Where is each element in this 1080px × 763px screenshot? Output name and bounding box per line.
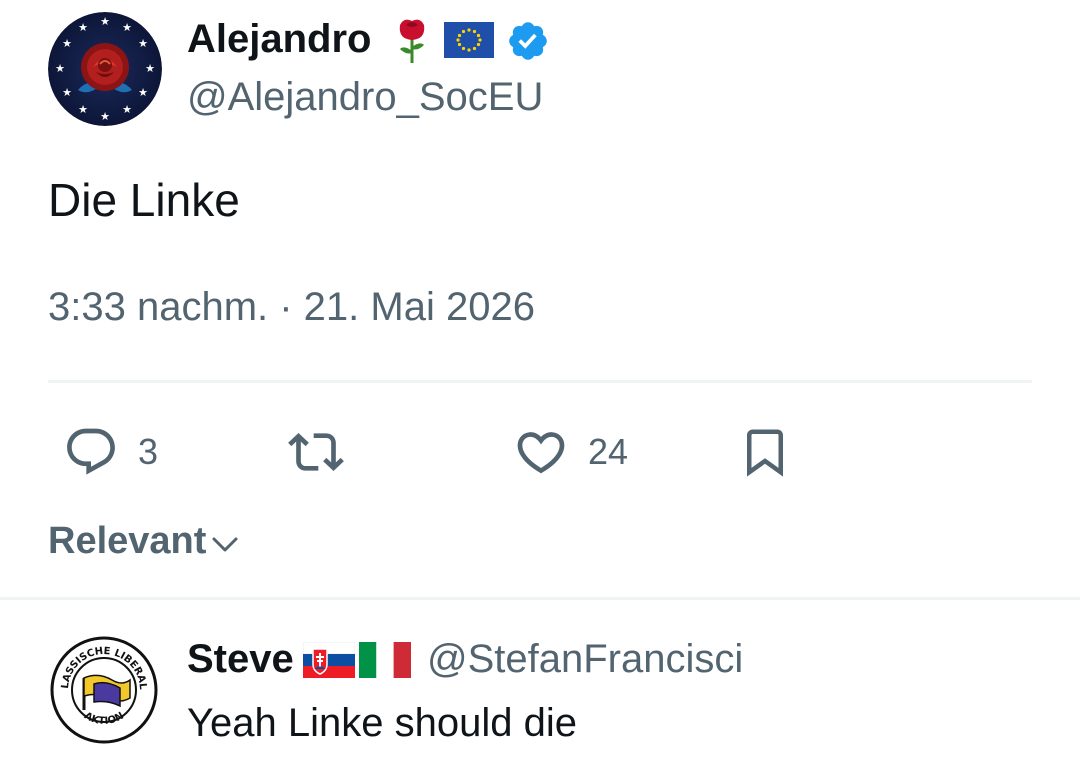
sort-label: Relevant xyxy=(48,520,207,562)
rose-emoji-icon xyxy=(394,15,430,65)
reply-author-avatar[interactable]: KLASSISCHE LIBERALE AKTION xyxy=(46,628,158,744)
chevron-down-icon xyxy=(210,533,240,555)
svg-text:★: ★ xyxy=(138,86,148,99)
eu-flag-icon xyxy=(444,22,494,58)
svg-text:★: ★ xyxy=(78,21,88,34)
reply-author-name-row[interactable]: Steve xyxy=(187,634,294,684)
svg-text:★: ★ xyxy=(100,15,110,28)
author-avatar[interactable]: ★ ★ ★ ★ ★ ★ ★ ★ ★ ★ ★ ★ xyxy=(48,12,162,126)
divider xyxy=(48,380,1032,383)
svg-text:★: ★ xyxy=(138,37,148,50)
italy-flag-icon xyxy=(359,642,411,678)
tweet-text: Die Linke xyxy=(48,174,240,226)
svg-text:★: ★ xyxy=(100,110,110,123)
svg-text:★: ★ xyxy=(145,62,155,75)
bookmark-button[interactable] xyxy=(738,422,792,482)
replies-sort-dropdown[interactable]: Relevant xyxy=(48,518,240,564)
svg-text:★: ★ xyxy=(62,86,72,99)
retweet-button[interactable] xyxy=(285,424,365,480)
svg-text:★: ★ xyxy=(78,103,88,116)
divider xyxy=(0,597,1080,600)
tweet-timestamp[interactable]: 3:33 nachm. · 21. Mai 2026 xyxy=(48,282,535,332)
svg-text:★: ★ xyxy=(62,37,72,50)
like-count: 24 xyxy=(588,431,629,472)
svg-text:★: ★ xyxy=(55,62,65,75)
reply-author-name[interactable]: Steve xyxy=(187,637,294,681)
slovakia-flag-icon xyxy=(302,641,356,678)
reply-count: 3 xyxy=(138,431,159,472)
svg-text:★: ★ xyxy=(122,103,132,116)
author-handle[interactable]: @Alejandro_SocEU xyxy=(187,72,543,122)
reply-author-handle[interactable]: @StefanFrancisci xyxy=(427,634,743,684)
bookmark-icon xyxy=(738,422,792,482)
heart-icon xyxy=(512,424,570,480)
reply-text: Yeah Linke should die xyxy=(187,701,577,745)
author-name-row[interactable]: Alejandro xyxy=(187,14,371,64)
reply-button[interactable]: 3 xyxy=(62,424,158,480)
svg-text:★: ★ xyxy=(122,21,132,34)
like-button[interactable]: 24 xyxy=(512,424,628,480)
reply-icon xyxy=(62,424,120,480)
verified-badge-icon[interactable] xyxy=(506,19,550,63)
retweet-icon xyxy=(285,424,347,480)
author-name[interactable]: Alejandro xyxy=(187,17,371,61)
